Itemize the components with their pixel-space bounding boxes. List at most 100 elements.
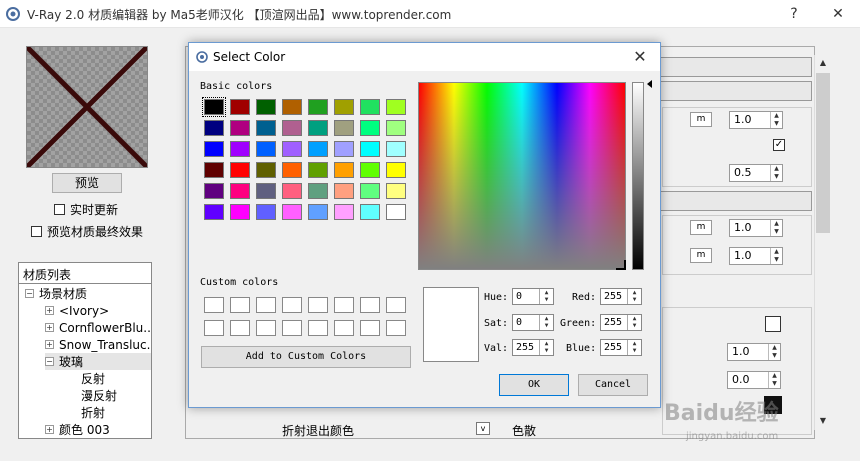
tree-item[interactable]: + <Ivory>: [45, 302, 109, 319]
basic-color-swatch[interactable]: [386, 162, 406, 178]
val-field[interactable]: 255 ▲ ▼: [512, 339, 554, 356]
close-button[interactable]: ✕: [820, 3, 856, 25]
basic-color-swatch[interactable]: [308, 162, 328, 178]
basic-color-swatch[interactable]: [256, 183, 276, 199]
green-field[interactable]: 255 ▲ ▼: [600, 314, 642, 331]
custom-color-swatch[interactable]: [360, 320, 380, 336]
red-field[interactable]: 255 ▲ ▼: [600, 288, 642, 305]
basic-color-swatch[interactable]: [256, 162, 276, 178]
panel-scrollbar[interactable]: ▲ ▼: [814, 55, 830, 430]
basic-color-swatch[interactable]: [204, 141, 224, 157]
spinner-field[interactable]: 0.0 ▲ ▼: [727, 371, 781, 389]
sat-field[interactable]: 0 ▲ ▼: [512, 314, 554, 331]
close-icon[interactable]: ✕: [628, 46, 652, 68]
cancel-button[interactable]: Cancel: [578, 374, 648, 396]
spinner-arrows-icon[interactable]: ▲ ▼: [770, 165, 782, 181]
basic-color-swatch[interactable]: [334, 204, 354, 220]
basic-color-swatch[interactable]: [386, 99, 406, 115]
custom-color-swatch[interactable]: [230, 320, 250, 336]
custom-color-swatch[interactable]: [334, 297, 354, 313]
spinner-arrows-icon[interactable]: ▲ ▼: [768, 344, 780, 360]
basic-color-swatch[interactable]: [308, 120, 328, 136]
custom-color-swatch[interactable]: [282, 297, 302, 313]
checkbox-box[interactable]: [54, 204, 65, 215]
tree-item[interactable]: + Snow_Transluc...: [45, 336, 151, 353]
basic-color-swatch[interactable]: [386, 120, 406, 136]
custom-color-swatch[interactable]: [386, 320, 406, 336]
preview-button[interactable]: 预览: [52, 173, 122, 193]
slider-arrow-icon[interactable]: [647, 80, 652, 88]
tree-item[interactable]: + 颜色 003: [45, 421, 110, 438]
rollout-header[interactable]: [656, 57, 812, 77]
scrollbar-thumb[interactable]: [816, 73, 830, 233]
basic-color-swatch[interactable]: [256, 99, 276, 115]
color-spectrum[interactable]: [418, 82, 626, 270]
custom-color-swatch[interactable]: [308, 320, 328, 336]
custom-color-swatch[interactable]: [204, 297, 224, 313]
expand-icon[interactable]: +: [45, 340, 54, 349]
basic-color-swatch[interactable]: [360, 204, 380, 220]
luminance-slider[interactable]: [632, 82, 644, 270]
color-swatch[interactable]: [765, 316, 781, 332]
spinner-field[interactable]: 1.0 ▲ ▼: [729, 219, 783, 237]
basic-color-swatch[interactable]: [282, 183, 302, 199]
preview-final-checkbox[interactable]: 预览材质最终效果: [31, 223, 143, 240]
spinner-field[interactable]: 0.5 ▲ ▼: [729, 164, 783, 182]
basic-color-swatch[interactable]: [360, 120, 380, 136]
custom-color-swatch[interactable]: [256, 297, 276, 313]
map-button[interactable]: m: [690, 248, 712, 263]
blue-field[interactable]: 255 ▲ ▼: [600, 339, 642, 356]
tree-item[interactable]: 折射: [81, 404, 105, 421]
add-custom-colors-button[interactable]: Add to Custom Colors: [201, 346, 411, 368]
basic-color-swatch[interactable]: [204, 162, 224, 178]
basic-color-swatch[interactable]: [334, 183, 354, 199]
basic-color-swatch[interactable]: [334, 120, 354, 136]
basic-color-swatch[interactable]: [308, 204, 328, 220]
map-button[interactable]: m: [690, 112, 712, 127]
basic-color-swatch[interactable]: [204, 204, 224, 220]
basic-color-swatch[interactable]: [282, 99, 302, 115]
spinner-arrows-icon[interactable]: ▲ ▼: [770, 112, 782, 128]
scroll-down-icon[interactable]: ▼: [815, 413, 831, 429]
material-tree[interactable]: − 场景材质 + <Ivory> + CornflowerBlu... + Snow_T…: [18, 284, 152, 439]
tree-item-selected[interactable]: − 玻璃: [45, 353, 151, 370]
spinner-arrows-icon[interactable]: ▲ ▼: [770, 248, 782, 264]
basic-color-swatch[interactable]: [334, 162, 354, 178]
custom-color-swatch[interactable]: [386, 297, 406, 313]
custom-color-swatch[interactable]: [360, 297, 380, 313]
checkbox-box[interactable]: [31, 226, 42, 237]
custom-color-swatch[interactable]: [230, 297, 250, 313]
basic-color-swatch[interactable]: [202, 97, 226, 117]
basic-color-swatch[interactable]: [282, 204, 302, 220]
spinner-field[interactable]: 1.0 ▲ ▼: [729, 111, 783, 129]
custom-color-swatch[interactable]: [204, 320, 224, 336]
spinner-arrows-icon[interactable]: ▲ ▼: [627, 340, 641, 355]
rollout-header[interactable]: [656, 81, 812, 101]
spinner-arrows-icon[interactable]: ▲ ▼: [627, 289, 641, 304]
basic-color-swatch[interactable]: [334, 141, 354, 157]
spinner-arrows-icon[interactable]: ▲ ▼: [539, 289, 553, 304]
basic-color-swatch[interactable]: [256, 204, 276, 220]
basic-color-swatch[interactable]: [256, 141, 276, 157]
basic-color-swatch[interactable]: [386, 204, 406, 220]
expand-icon[interactable]: +: [45, 425, 54, 434]
basic-color-swatch[interactable]: [282, 141, 302, 157]
rollout-header[interactable]: [656, 191, 812, 211]
basic-color-swatch[interactable]: [204, 183, 224, 199]
spinner-arrows-icon[interactable]: ▲ ▼: [627, 315, 641, 330]
basic-color-swatch[interactable]: [360, 162, 380, 178]
basic-color-swatch[interactable]: [282, 120, 302, 136]
tree-item[interactable]: + CornflowerBlu...: [45, 319, 151, 336]
v-button[interactable]: v: [476, 422, 490, 435]
basic-color-swatch[interactable]: [204, 120, 224, 136]
checkbox[interactable]: ✓: [773, 139, 785, 151]
collapse-icon[interactable]: −: [25, 289, 34, 298]
spinner-field[interactable]: 1.0 ▲ ▼: [727, 343, 781, 361]
custom-color-swatch[interactable]: [282, 320, 302, 336]
map-button[interactable]: m: [690, 220, 712, 235]
basic-color-swatch[interactable]: [230, 162, 250, 178]
spinner-arrows-icon[interactable]: ▲ ▼: [768, 372, 780, 388]
spinner-arrows-icon[interactable]: ▲ ▼: [770, 220, 782, 236]
hue-field[interactable]: 0 ▲ ▼: [512, 288, 554, 305]
basic-color-swatch[interactable]: [360, 99, 380, 115]
